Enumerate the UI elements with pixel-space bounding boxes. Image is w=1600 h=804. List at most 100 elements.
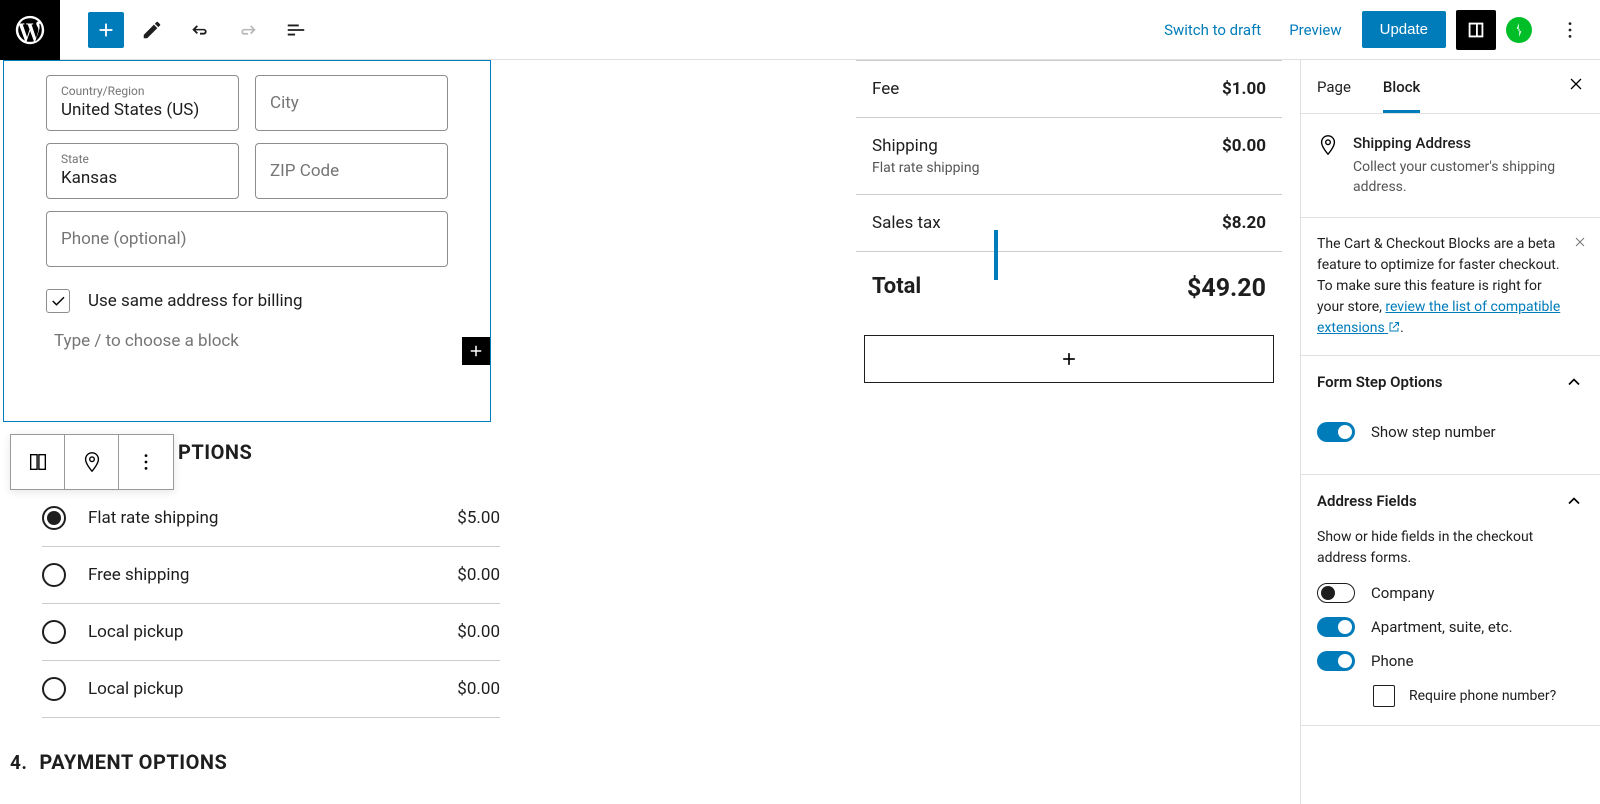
shipping-option-row[interactable]: Local pickup $0.00 bbox=[42, 661, 500, 718]
tab-page[interactable]: Page bbox=[1317, 60, 1351, 113]
payment-options-heading: 4. PAYMENT OPTIONS bbox=[10, 750, 227, 774]
editor-canvas: Country/Region United States (US) City S… bbox=[0, 60, 1300, 804]
block-appender-plus[interactable] bbox=[462, 337, 490, 365]
country-value: United States (US) bbox=[61, 100, 224, 120]
switch-to-draft-link[interactable]: Switch to draft bbox=[1150, 21, 1275, 39]
shipping-radio[interactable] bbox=[42, 677, 66, 701]
wordpress-logo[interactable] bbox=[0, 0, 60, 60]
phone-field[interactable]: Phone (optional) bbox=[46, 211, 448, 267]
payment-step-number: 4. bbox=[10, 751, 27, 774]
block-more-button[interactable] bbox=[119, 435, 173, 489]
shipping-name: Local pickup bbox=[88, 679, 435, 699]
zip-field[interactable]: ZIP Code bbox=[255, 143, 448, 199]
address-fields-hint: Show or hide fields in the checkout addr… bbox=[1317, 527, 1584, 569]
close-sidebar-button[interactable] bbox=[1566, 74, 1586, 98]
editor-topbar: Switch to draft Preview Update bbox=[0, 0, 1600, 60]
block-appender[interactable]: Type / to choose a block bbox=[46, 331, 448, 351]
shipping-label: Shipping Flat rate shipping bbox=[872, 136, 979, 176]
zip-placeholder: ZIP Code bbox=[270, 161, 433, 181]
city-field[interactable]: City bbox=[255, 75, 448, 131]
beta-notice: The Cart & Checkout Blocks are a beta fe… bbox=[1301, 218, 1600, 356]
document-overview-button[interactable] bbox=[276, 10, 316, 50]
shipping-price: $0.00 bbox=[457, 622, 500, 642]
list-view-icon bbox=[285, 19, 307, 41]
dismiss-notice-button[interactable] bbox=[1572, 234, 1588, 257]
block-appender-placeholder: Type / to choose a block bbox=[54, 331, 239, 351]
sidebar-icon bbox=[1465, 19, 1487, 41]
tax-label: Sales tax bbox=[872, 213, 941, 233]
external-link-icon bbox=[1388, 321, 1400, 333]
columns-icon bbox=[27, 451, 49, 473]
edit-mode-button[interactable] bbox=[132, 10, 172, 50]
pencil-icon bbox=[141, 19, 163, 41]
total-row: Total $49.20 bbox=[856, 252, 1282, 325]
phone-toggle[interactable] bbox=[1317, 651, 1355, 671]
shipping-options-heading: PTIONS bbox=[178, 440, 252, 464]
fee-label: Fee bbox=[872, 79, 899, 99]
show-step-number-toggle[interactable] bbox=[1317, 422, 1355, 442]
fee-value: $1.00 bbox=[1222, 79, 1266, 99]
plus-icon bbox=[467, 342, 485, 360]
state-value: Kansas bbox=[61, 168, 224, 188]
total-label: Total bbox=[872, 274, 921, 303]
shipping-radio[interactable] bbox=[42, 620, 66, 644]
settings-sidebar-toggle[interactable] bbox=[1456, 10, 1496, 50]
undo-icon bbox=[189, 19, 211, 41]
update-button[interactable]: Update bbox=[1362, 11, 1446, 48]
shipping-radio[interactable] bbox=[42, 506, 66, 530]
shipping-option-row[interactable]: Flat rate shipping $5.00 bbox=[42, 490, 500, 547]
chevron-up-icon bbox=[1564, 372, 1584, 392]
form-step-options-panel[interactable]: Form Step Options bbox=[1301, 356, 1600, 408]
plus-icon bbox=[1059, 349, 1079, 369]
shipping-row: Shipping Flat rate shipping $0.00 bbox=[856, 118, 1282, 195]
shipping-price: $0.00 bbox=[457, 565, 500, 585]
shipping-radio[interactable] bbox=[42, 563, 66, 587]
require-phone-label: Require phone number? bbox=[1409, 688, 1556, 704]
kebab-icon bbox=[135, 451, 157, 473]
block-location-button[interactable] bbox=[65, 435, 119, 489]
country-label: Country/Region bbox=[61, 84, 224, 98]
preview-link[interactable]: Preview bbox=[1275, 21, 1355, 39]
block-type-button[interactable] bbox=[11, 435, 65, 489]
fee-row: Fee $1.00 bbox=[856, 61, 1282, 118]
block-icon bbox=[1317, 134, 1339, 160]
tax-value: $8.20 bbox=[1222, 213, 1266, 233]
apartment-toggle[interactable] bbox=[1317, 617, 1355, 637]
shipping-name: Local pickup bbox=[88, 622, 435, 642]
apartment-label: Apartment, suite, etc. bbox=[1371, 618, 1513, 636]
wordpress-icon bbox=[13, 13, 47, 47]
resize-handle[interactable] bbox=[994, 230, 998, 280]
shipping-name: Flat rate shipping bbox=[88, 508, 435, 528]
block-toolbar bbox=[10, 434, 174, 490]
jetpack-button[interactable] bbox=[1506, 17, 1532, 43]
shipping-option-row[interactable]: Local pickup $0.00 bbox=[42, 604, 500, 661]
sidebar-tabs: Page Block bbox=[1301, 60, 1600, 114]
kebab-icon bbox=[1559, 19, 1581, 41]
country-field[interactable]: Country/Region United States (US) bbox=[46, 75, 239, 131]
shipping-value: $0.00 bbox=[1222, 136, 1266, 176]
tax-row: Sales tax $8.20 bbox=[856, 195, 1282, 252]
require-phone-checkbox[interactable] bbox=[1373, 685, 1395, 707]
shipping-price: $5.00 bbox=[457, 508, 500, 528]
company-toggle[interactable] bbox=[1317, 583, 1355, 603]
undo-button[interactable] bbox=[180, 10, 220, 50]
same-billing-checkbox[interactable] bbox=[46, 289, 70, 313]
settings-sidebar: Page Block Shipping Address Collect your… bbox=[1300, 60, 1600, 804]
summary-add-block-button[interactable] bbox=[864, 335, 1274, 383]
plus-icon bbox=[95, 19, 117, 41]
city-placeholder: City bbox=[270, 93, 433, 113]
add-block-button[interactable] bbox=[88, 12, 124, 48]
shipping-address-block[interactable]: Country/Region United States (US) City S… bbox=[3, 60, 491, 422]
location-pin-icon bbox=[1317, 134, 1339, 156]
shipping-option-row[interactable]: Free shipping $0.00 bbox=[42, 547, 500, 604]
tab-block[interactable]: Block bbox=[1383, 60, 1420, 113]
shipping-label-text: Shipping bbox=[872, 136, 938, 156]
form-step-options-title: Form Step Options bbox=[1317, 373, 1442, 391]
show-step-label: Show step number bbox=[1371, 423, 1496, 441]
more-options-button[interactable] bbox=[1550, 10, 1590, 50]
shipping-options-list: Flat rate shipping $5.00 Free shipping $… bbox=[42, 490, 500, 718]
block-description: Collect your customer's shipping address… bbox=[1353, 158, 1584, 197]
address-fields-panel[interactable]: Address Fields bbox=[1301, 475, 1600, 527]
state-field[interactable]: State Kansas bbox=[46, 143, 239, 199]
close-icon bbox=[1572, 234, 1588, 250]
